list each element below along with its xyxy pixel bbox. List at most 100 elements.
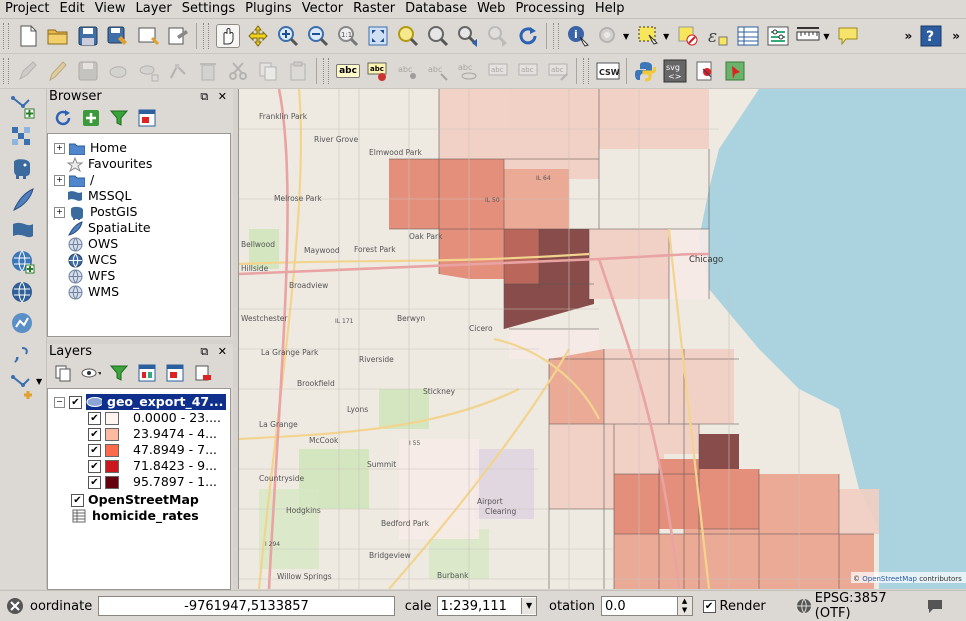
menu-view[interactable]: View xyxy=(90,0,131,18)
show-hide-labels-icon[interactable]: abc xyxy=(456,59,480,83)
add-spatialite-layer-icon[interactable] xyxy=(10,187,36,213)
collapse-all-icon[interactable] xyxy=(165,363,185,383)
run-feature-action-icon[interactable] xyxy=(596,24,620,48)
open-project-icon[interactable] xyxy=(46,24,70,48)
browser-item-favourites[interactable]: Favourites xyxy=(48,156,230,172)
layer-labeling-options-icon[interactable]: abc xyxy=(336,59,360,83)
paste-features-icon[interactable] xyxy=(286,59,310,83)
measure-line-icon[interactable] xyxy=(796,24,820,48)
crs-status[interactable]: EPSG:3857 (OTF) xyxy=(815,591,926,621)
refresh-icon[interactable] xyxy=(53,108,73,128)
scale-combobox[interactable]: 1:239,111 ▼ xyxy=(436,596,538,616)
add-wms-layer-icon[interactable] xyxy=(10,249,36,275)
move-label-icon[interactable]: abc xyxy=(486,59,510,83)
georeferencer-icon[interactable] xyxy=(693,59,717,83)
menu-raster[interactable]: Raster xyxy=(348,0,400,18)
rotation-spinner[interactable]: ▲ ▼ xyxy=(677,596,693,616)
class-visibility-checkbox[interactable]: ✔ xyxy=(88,459,101,473)
deselect-all-icon[interactable] xyxy=(676,24,700,48)
delete-selected-icon[interactable] xyxy=(196,59,220,83)
dropdown-arrow-icon[interactable]: ▼ xyxy=(663,32,669,41)
attribute-table-icon[interactable] xyxy=(736,24,760,48)
coordinate-toggle-icon[interactable] xyxy=(6,597,24,615)
dropdown-arrow-icon[interactable]: ▼ xyxy=(521,598,537,614)
expand-icon[interactable]: + xyxy=(54,206,65,218)
toolbar-grip[interactable] xyxy=(553,23,559,49)
save-project-icon[interactable] xyxy=(76,24,100,48)
class-visibility-checkbox[interactable]: ✔ xyxy=(88,427,101,441)
menu-processing[interactable]: Processing xyxy=(510,0,589,18)
collapse-icon[interactable]: − xyxy=(54,396,65,408)
rotation-input[interactable]: 0.0 xyxy=(600,596,678,616)
new-print-composer-icon[interactable] xyxy=(136,24,160,48)
svg-plugin-icon[interactable]: svg <> xyxy=(663,59,687,83)
add-mssql-layer-icon[interactable] xyxy=(10,218,36,244)
zoom-native-resolution-icon[interactable]: 1:1 xyxy=(336,24,360,48)
toolbar-grip[interactable] xyxy=(3,58,9,84)
zoom-out-icon[interactable] xyxy=(306,24,330,48)
filter-legend-icon[interactable] xyxy=(109,363,129,383)
filter-icon[interactable] xyxy=(109,108,129,128)
expand-all-icon[interactable] xyxy=(137,363,157,383)
layer-visibility-checkbox[interactable]: ✔ xyxy=(69,395,82,409)
composer-manager-icon[interactable] xyxy=(166,24,190,48)
browser-item-postgis[interactable]: + PostGIS xyxy=(48,204,230,220)
render-checkbox[interactable]: ✔ xyxy=(702,599,716,613)
panel-float-close-buttons[interactable]: ⧉ ✕ xyxy=(200,344,233,360)
copy-features-icon[interactable] xyxy=(256,59,280,83)
browser-item-ows[interactable]: OWS xyxy=(48,236,230,252)
expand-icon[interactable]: + xyxy=(54,174,65,186)
browser-item-mssql[interactable]: MSSQL xyxy=(48,188,230,204)
legend-class-item[interactable]: ✔ 47.8949 - 7... xyxy=(48,442,230,458)
crs-globe-icon[interactable] xyxy=(796,598,812,614)
toolbar-overflow-icon[interactable]: » xyxy=(904,29,912,43)
layer-visibility-checkbox[interactable]: ✔ xyxy=(71,493,84,507)
zoom-last-icon[interactable] xyxy=(456,24,480,48)
layer-diagram-options-icon[interactable]: abc xyxy=(366,59,390,83)
add-selected-layers-icon[interactable] xyxy=(81,108,101,128)
browser-item-root[interactable]: + / xyxy=(48,172,230,188)
manage-map-themes-icon[interactable] xyxy=(81,363,101,383)
browser-item-wms[interactable]: WMS xyxy=(48,284,230,300)
menu-vector[interactable]: Vector xyxy=(297,0,348,18)
toolbar-grip[interactable] xyxy=(3,23,9,49)
add-postgis-layer-icon[interactable] xyxy=(10,156,36,182)
layer-geo-export[interactable]: − ✔ geo_export_47... xyxy=(48,394,230,410)
open-layer-styling-icon[interactable] xyxy=(53,363,73,383)
toolbar-grip[interactable] xyxy=(583,58,589,84)
legend-class-item[interactable]: ✔ 95.7897 - 1... xyxy=(48,474,230,490)
expand-icon[interactable]: + xyxy=(54,142,65,154)
layer-homicide-rates[interactable]: homicide_rates xyxy=(48,508,230,524)
zoom-in-icon[interactable] xyxy=(276,24,300,48)
toolbar-grip[interactable] xyxy=(203,23,209,49)
toolbar-grip[interactable] xyxy=(323,58,329,84)
new-shapefile-layer-icon[interactable] xyxy=(10,373,36,399)
legend-class-item[interactable]: ✔ 71.8423 - 9... xyxy=(48,458,230,474)
collapse-all-icon[interactable] xyxy=(137,108,157,128)
map-canvas[interactable]: Franklin Park River Grove Elmwood Park M… xyxy=(238,89,966,589)
menu-web[interactable]: Web xyxy=(472,0,510,18)
coordinate-capture-icon[interactable] xyxy=(723,59,747,83)
dropdown-arrow-icon[interactable]: ▼ xyxy=(36,377,42,386)
browser-item-home[interactable]: + Home xyxy=(48,140,230,156)
menu-help[interactable]: Help xyxy=(590,0,630,18)
selected-layer-row[interactable]: geo_export_47... xyxy=(86,394,227,410)
messages-icon[interactable] xyxy=(926,597,944,615)
menu-plugins[interactable]: Plugins xyxy=(240,0,297,18)
panel-float-close-buttons[interactable]: ⧉ ✕ xyxy=(200,89,233,105)
add-delimited-text-layer-icon[interactable]: , xyxy=(10,342,36,368)
dropdown-arrow-icon[interactable]: ▼ xyxy=(823,32,829,41)
zoom-to-layer-icon[interactable] xyxy=(426,24,450,48)
map-tips-icon[interactable] xyxy=(836,24,860,48)
remove-layer-icon[interactable] xyxy=(193,363,213,383)
class-visibility-checkbox[interactable]: ✔ xyxy=(88,443,101,457)
change-label-icon[interactable]: abc xyxy=(546,59,570,83)
attribution-link[interactable]: OpenStreetMap xyxy=(862,575,917,583)
pan-to-selection-icon[interactable] xyxy=(246,24,270,48)
add-wfs-layer-icon[interactable] xyxy=(10,311,36,337)
zoom-to-selection-icon[interactable] xyxy=(396,24,420,48)
map-svg[interactable]: Franklin Park River Grove Elmwood Park M… xyxy=(239,89,966,589)
pan-map-icon[interactable] xyxy=(216,24,240,48)
cut-features-icon[interactable] xyxy=(226,59,250,83)
highlight-pinned-labels-icon[interactable]: abc xyxy=(396,59,420,83)
